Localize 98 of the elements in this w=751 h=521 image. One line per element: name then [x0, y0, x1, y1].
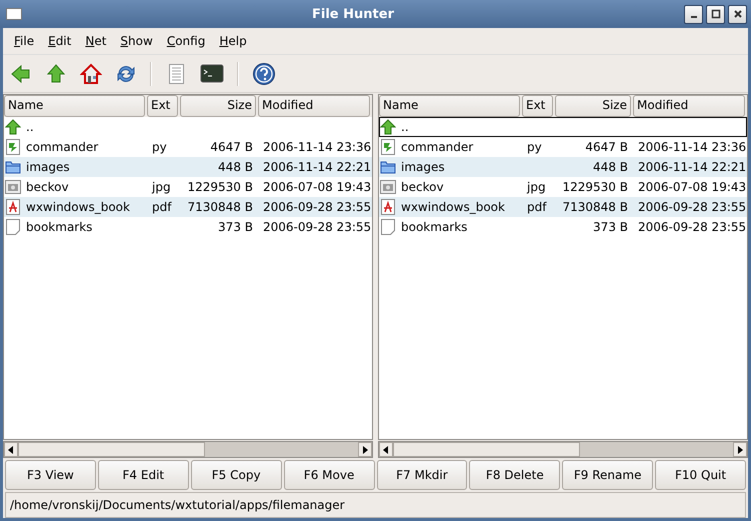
file-name: wxwindows_book [26, 200, 130, 214]
column-header[interactable]: Ext [522, 95, 553, 117]
file-name: wxwindows_book [401, 200, 505, 214]
function-button[interactable]: F10 Quit [655, 460, 746, 490]
file-row[interactable]: bookmarks 373 B 2006-09-28 23:55 [4, 217, 372, 237]
menu-item[interactable]: Help [212, 34, 254, 48]
file-row[interactable]: commander py 4647 B 2006-11-14 23:36 [379, 137, 747, 157]
horizontal-scrollbar[interactable] [378, 441, 748, 458]
function-button[interactable]: F6 Move [284, 460, 374, 490]
file-date: 2006-11-14 22:21 [263, 160, 372, 174]
pdf-file-icon [380, 199, 396, 215]
window-icon [6, 8, 22, 20]
menu-item[interactable]: Edit [41, 34, 78, 48]
file-date: 2006-07-08 19:43 [638, 180, 746, 194]
function-button[interactable]: F5 Copy [190, 460, 282, 490]
function-button[interactable]: F7 Mkdir [376, 460, 468, 490]
file-name: commander [401, 140, 474, 154]
close-button[interactable] [728, 4, 747, 24]
file-row[interactable]: wxwindows_book pdf 7130848 B 2006-09-28 23:55 [4, 197, 372, 217]
folder-icon [5, 159, 21, 175]
file-extension: py [527, 140, 542, 154]
file-size: 4647 B [210, 140, 253, 154]
file-name: beckov [401, 180, 444, 194]
file-date: 2006-09-28 23:55 [263, 220, 372, 234]
pdf-file-icon [5, 199, 21, 215]
menu-item[interactable]: Config [160, 34, 212, 48]
file-row[interactable]: beckov jpg 1229530 B 2006-07-08 19:43 [379, 177, 747, 197]
column-header[interactable]: Size [555, 95, 631, 117]
horizontal-scrollbar[interactable] [3, 441, 373, 458]
column-header[interactable]: Ext [147, 95, 178, 117]
menu-item[interactable]: Net [78, 34, 114, 48]
column-header[interactable]: Name [379, 95, 520, 117]
help-icon[interactable] [252, 62, 276, 86]
file-name: images [26, 160, 70, 174]
file-size: 1229530 B [188, 180, 253, 194]
file-row[interactable]: beckov jpg 1229530 B 2006-07-08 19:43 [4, 177, 372, 197]
left-arrow-icon[interactable] [383, 446, 389, 454]
file-size: 373 B [593, 220, 628, 234]
file-size: 7130848 B [562, 200, 628, 214]
file-name: images [401, 160, 445, 174]
file-name: bookmarks [401, 220, 468, 234]
column-header[interactable]: Size [180, 95, 256, 117]
column-header[interactable]: Modified [258, 95, 370, 117]
file-date: 2006-09-28 23:55 [638, 220, 746, 234]
up-arrow-icon [5, 119, 21, 135]
back-arrow-icon[interactable] [10, 62, 32, 84]
file-size: 448 B [593, 160, 628, 174]
file-name: .. [401, 120, 409, 134]
folder-icon [380, 159, 396, 175]
terminal-icon[interactable] [200, 62, 224, 84]
function-button[interactable]: F8 Delete [469, 460, 560, 490]
file-row[interactable]: wxwindows_book pdf 7130848 B 2006-09-28 23:55 [379, 197, 747, 217]
left-arrow-icon[interactable] [8, 446, 14, 454]
file-date: 2006-11-14 22:21 [638, 160, 746, 174]
file-size: 1229530 B [562, 180, 628, 194]
file-extension: py [152, 140, 167, 154]
file-extension: jpg [152, 180, 171, 194]
file-date: 2006-09-28 23:55 [263, 200, 372, 214]
file-name: beckov [26, 180, 69, 194]
file-row[interactable]: bookmarks 373 B 2006-09-28 23:55 [379, 217, 747, 237]
file-name: bookmarks [26, 220, 92, 234]
close-icon [732, 9, 742, 19]
file-size: 373 B [218, 220, 253, 234]
menu-item[interactable]: Show [113, 34, 160, 48]
status-path: /home/vronskij/Documents/wxtutorial/apps/filemanager [10, 498, 345, 512]
file-extension: jpg [527, 180, 546, 194]
column-header[interactable]: Name [4, 95, 145, 117]
file-date: 2006-11-14 23:36 [263, 140, 372, 154]
file-date: 2006-07-08 19:43 [263, 180, 372, 194]
file-row[interactable]: images 448 B 2006-11-14 22:21 [379, 157, 747, 177]
minimize-icon [690, 16, 696, 18]
file-size: 7130848 B [188, 200, 253, 214]
minimize-button[interactable] [684, 4, 703, 24]
file-extension: pdf [152, 200, 172, 214]
file-size: 448 B [218, 160, 253, 174]
file-name: commander [26, 140, 98, 154]
file-date: 2006-09-28 23:55 [638, 200, 746, 214]
file-row[interactable]: .. [379, 117, 747, 137]
file-row[interactable]: commander py 4647 B 2006-11-14 23:36 [4, 137, 372, 157]
home-icon[interactable] [80, 62, 102, 84]
maximize-button[interactable] [706, 4, 725, 24]
right-arrow-icon[interactable] [362, 446, 368, 454]
maximize-icon [710, 9, 720, 19]
function-button[interactable]: F3 View [5, 460, 96, 490]
column-header[interactable]: Modified [633, 95, 745, 117]
file-row[interactable]: images 448 B 2006-11-14 22:21 [4, 157, 372, 177]
menu-item[interactable]: File [7, 34, 42, 48]
function-button[interactable]: F9 Rename [562, 460, 654, 490]
file-extension: pdf [527, 200, 546, 214]
up-arrow-icon[interactable] [45, 62, 67, 84]
file-name: .. [26, 120, 34, 134]
right-arrow-icon[interactable] [737, 446, 743, 454]
window-title: File Hunter [311, 6, 395, 22]
function-button[interactable]: F4 Edit [98, 460, 189, 490]
file-row[interactable]: .. [4, 117, 372, 137]
up-arrow-icon [380, 119, 396, 135]
file-size: 4647 B [585, 140, 628, 154]
file-date: 2006-11-14 23:36 [638, 140, 746, 154]
